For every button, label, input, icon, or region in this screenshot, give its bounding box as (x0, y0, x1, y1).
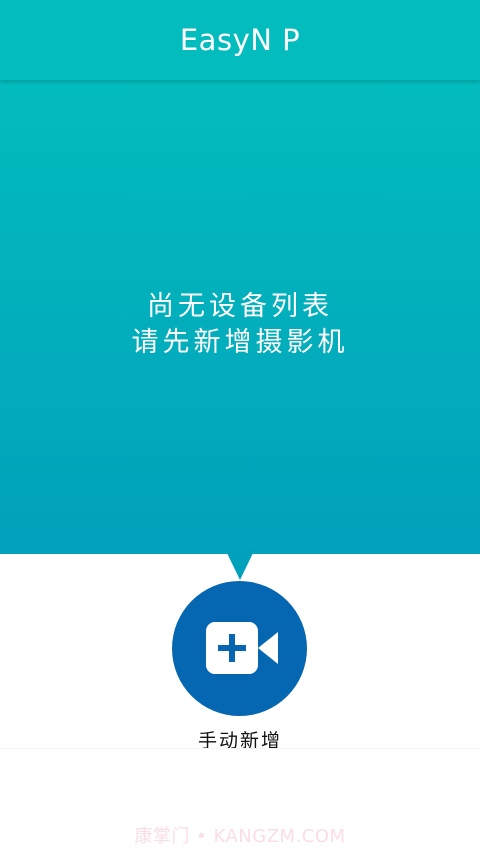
panel-pointer-arrow (227, 553, 253, 580)
app-bar: EasyN P (0, 0, 480, 80)
divider (0, 748, 480, 749)
empty-message-line-2: 请先新增摄影机 (131, 327, 349, 358)
add-camera-button[interactable] (172, 581, 307, 716)
video-camera-add-icon (206, 622, 278, 674)
empty-message-line-1: 尚无设备列表 (147, 291, 333, 322)
app-title: EasyN P (179, 23, 301, 57)
watermark-text: 康掌门 • KANGZM.COM (134, 826, 346, 847)
